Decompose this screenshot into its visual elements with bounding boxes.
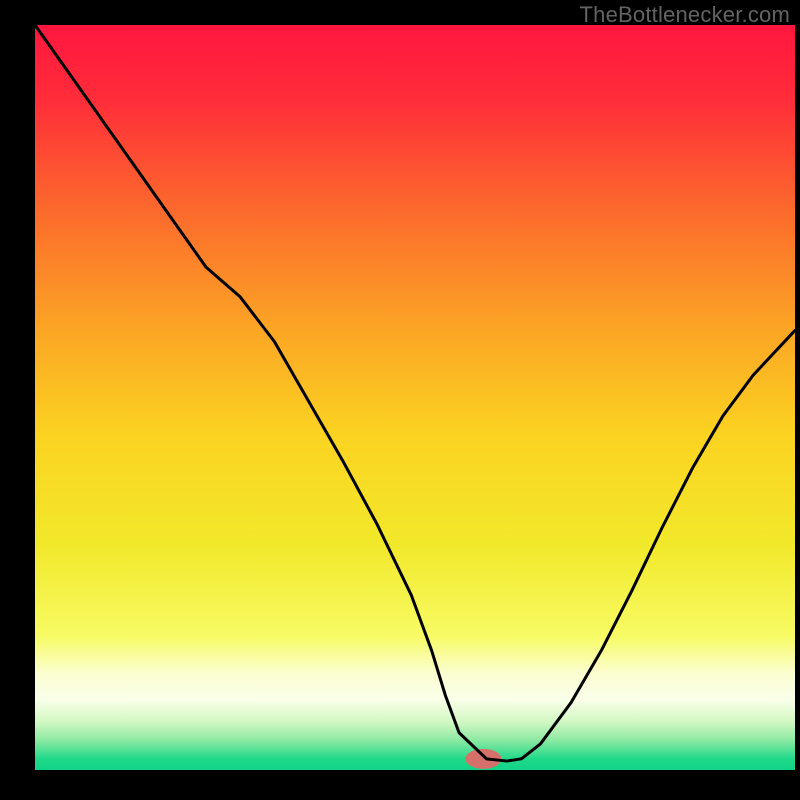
bottleneck-chart	[0, 0, 800, 800]
plot-background	[35, 25, 795, 770]
chart-frame: TheBottlenecker.com	[0, 0, 800, 800]
